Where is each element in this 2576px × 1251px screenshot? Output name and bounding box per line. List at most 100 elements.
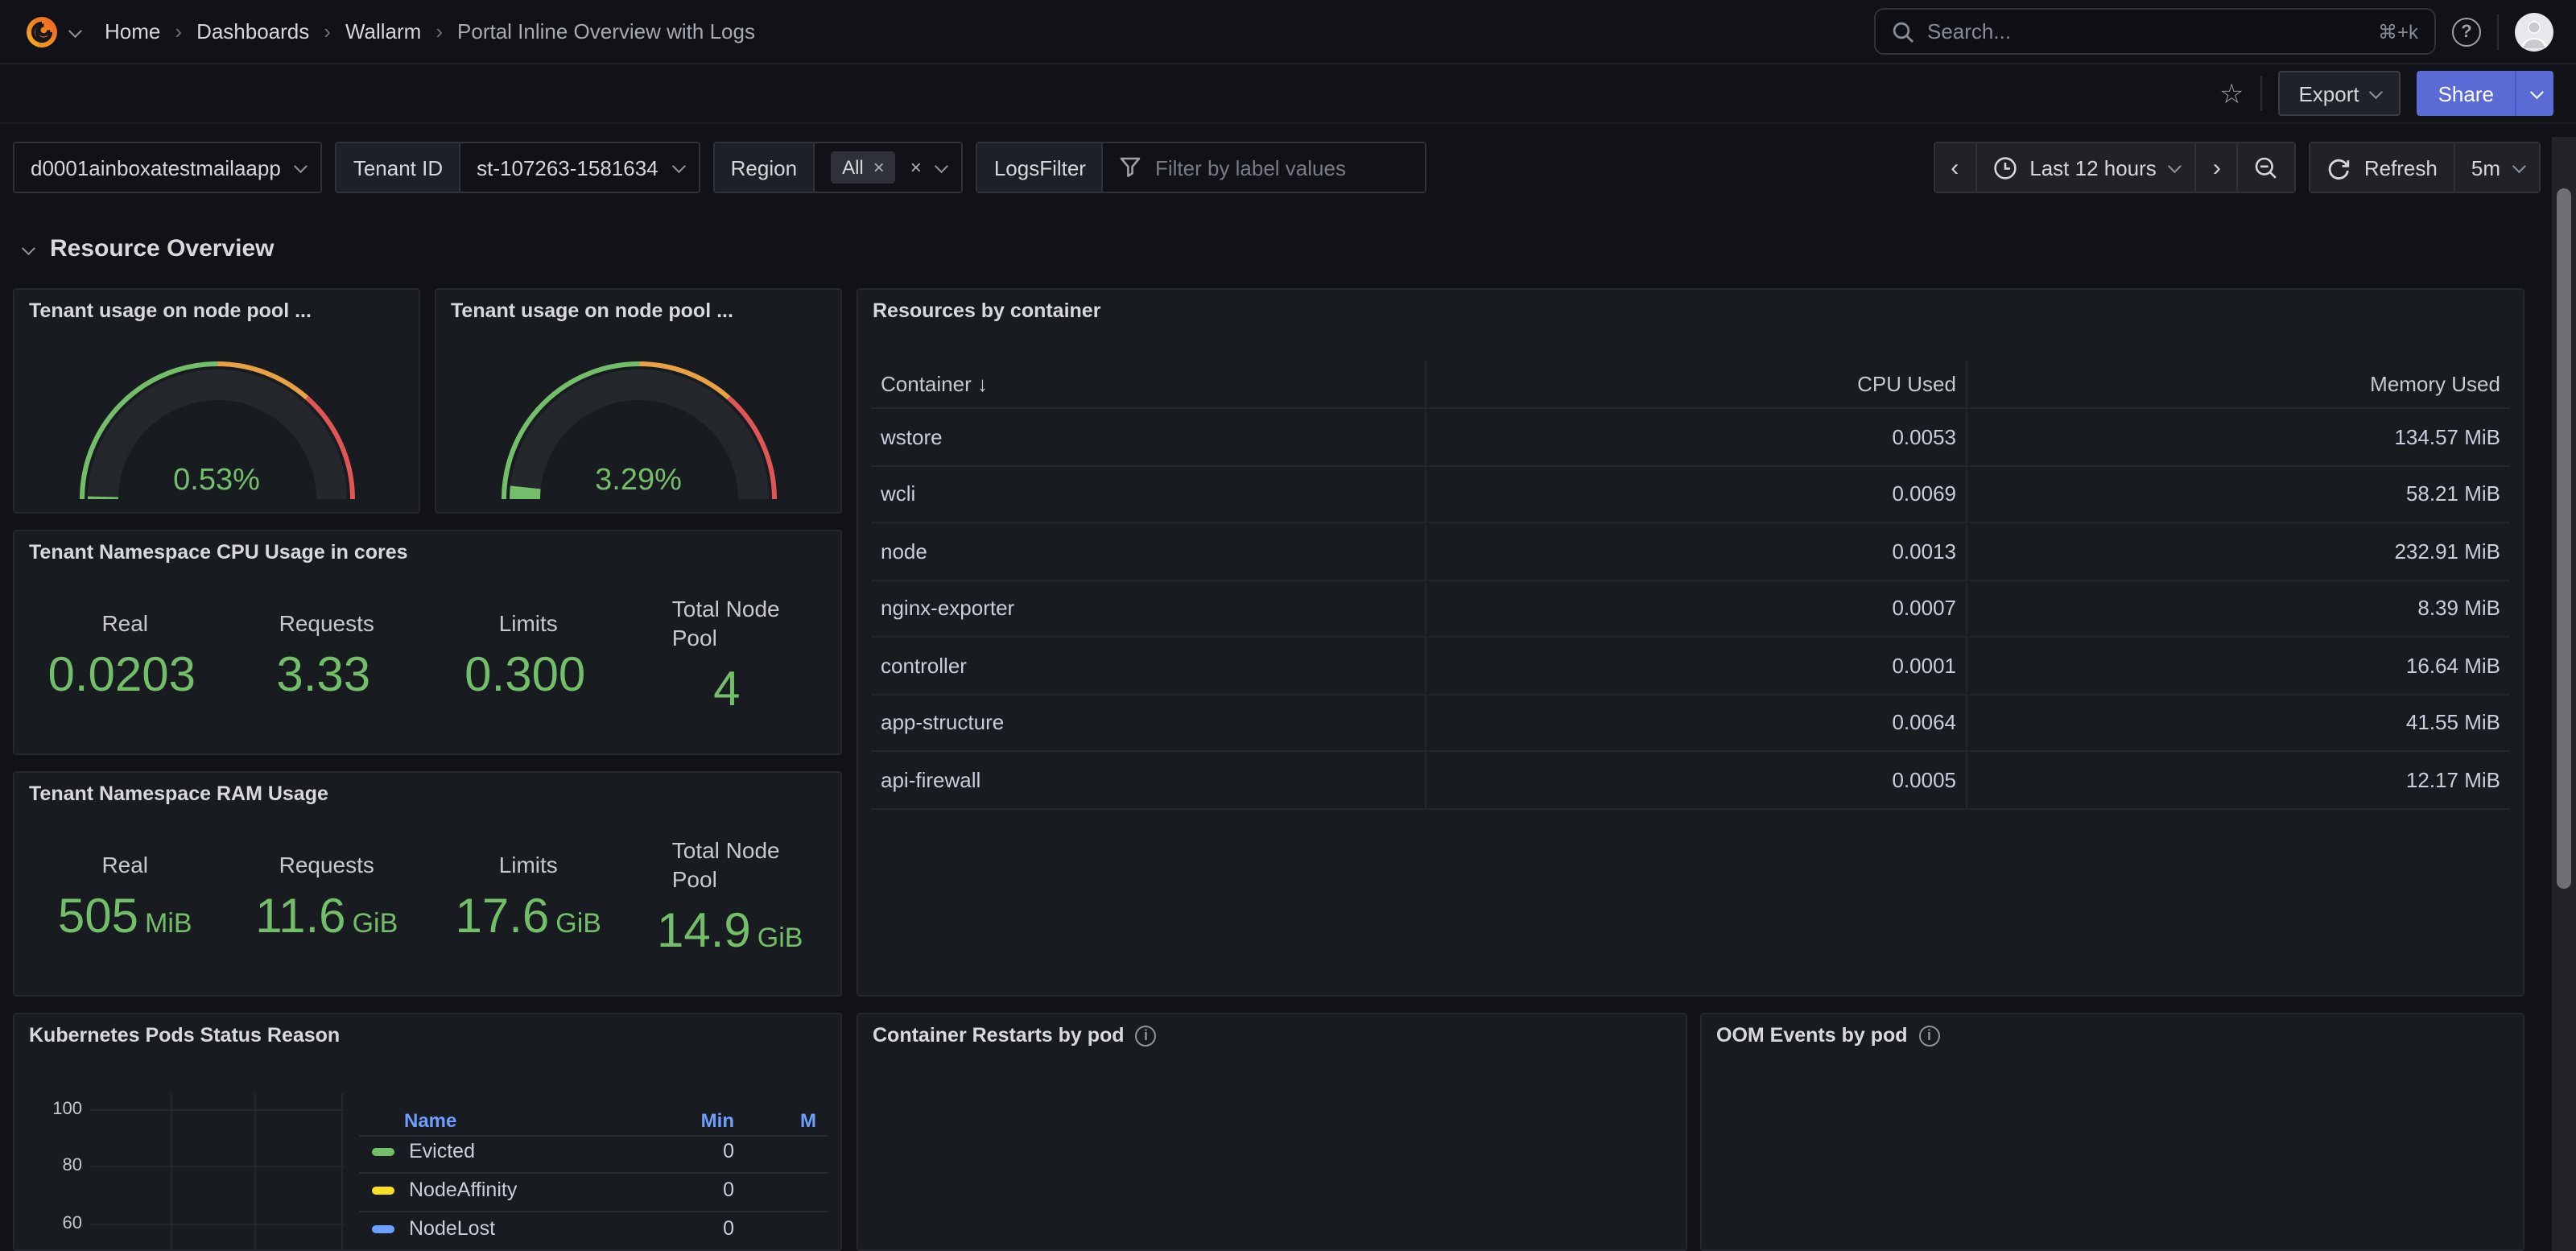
- breadcrumb: Home › Dashboards › Wallarm › Portal Inl…: [105, 19, 755, 43]
- panel-title[interactable]: Tenant Namespace CPU Usage in cores: [29, 541, 408, 564]
- chevron-down-icon: [935, 159, 949, 173]
- cell-cpu: 0.0001: [1425, 654, 1966, 678]
- table-header-memory-used[interactable]: Memory Used: [1966, 372, 2510, 396]
- table-row: wcli 0.0069 58.21 MiB: [871, 466, 2510, 523]
- refresh-icon: [2327, 155, 2351, 180]
- gridline: [171, 1093, 172, 1251]
- sort-desc-icon: ↓: [977, 372, 988, 396]
- chip-remove-icon[interactable]: ×: [873, 158, 885, 177]
- panel-title[interactable]: Tenant Namespace RAM Usage: [29, 782, 328, 805]
- cell-cpu: 0.0005: [1425, 768, 1966, 792]
- org-menu[interactable]: [23, 12, 79, 51]
- share-button[interactable]: Share: [2417, 71, 2515, 116]
- legend-item-nodelost[interactable]: NodeLost: [372, 1217, 495, 1240]
- region-chip-label: All: [842, 156, 864, 179]
- share-button-group: Share: [2417, 71, 2553, 116]
- cell-memory: 8.39 MiB: [1966, 597, 2510, 621]
- cell-memory: 58.21 MiB: [1966, 482, 2510, 506]
- tenant-variable-dropdown[interactable]: st-107263-1581634: [460, 143, 699, 192]
- stat-limits: Limits 17.6GiB: [427, 811, 630, 982]
- logsfilter-input[interactable]: Filter by label values: [1104, 143, 1426, 192]
- table-row: node 0.0013 232.91 MiB: [871, 523, 2510, 580]
- app-variable-dropdown[interactable]: d0001ainboxatestmailaapp: [13, 142, 323, 193]
- nav-divider: [2497, 14, 2499, 49]
- logsfilter-placeholder: Filter by label values: [1155, 155, 1346, 180]
- panel-title[interactable]: Tenant usage on node pool ...: [29, 299, 312, 322]
- legend-item-evicted[interactable]: Evicted: [372, 1140, 475, 1162]
- clear-all-icon[interactable]: ×: [910, 158, 922, 177]
- panel-title[interactable]: Kubernetes Pods Status Reason: [29, 1024, 340, 1047]
- region-variable-dropdown[interactable]: All × ×: [815, 143, 962, 192]
- cell-memory: 12.17 MiB: [1966, 768, 2510, 792]
- cell-container: nginx-exporter: [871, 597, 1425, 621]
- cell-container: api-firewall: [871, 768, 1425, 792]
- stat-limits: Limits 0.300: [427, 570, 630, 741]
- scrollbar-thumb[interactable]: [2557, 188, 2571, 889]
- collapse-chevron-icon: [22, 241, 35, 254]
- panel-title[interactable]: OOM Events by pod i: [1716, 1024, 1940, 1047]
- panel-ram-usage: Tenant Namespace RAM Usage Real 505MiB R…: [13, 771, 842, 997]
- breadcrumb-current-page: Portal Inline Overview with Logs: [457, 19, 755, 43]
- gauge-value: 3.29%: [493, 464, 783, 499]
- refresh-button[interactable]: Refresh: [2311, 143, 2455, 192]
- panel-title[interactable]: Container Restarts by pod i: [873, 1024, 1157, 1047]
- panel-title[interactable]: Tenant usage on node pool ...: [451, 299, 733, 322]
- legend-header-max[interactable]: M: [800, 1109, 816, 1132]
- cell-memory: 41.55 MiB: [1966, 711, 2510, 735]
- table-header-cpu-used[interactable]: CPU Used: [1425, 372, 1966, 396]
- panel-title[interactable]: Resources by container: [873, 299, 1100, 322]
- legend-item-nodeaffinity[interactable]: NodeAffinity: [372, 1179, 517, 1201]
- gridline: [90, 1224, 345, 1225]
- section-resource-overview[interactable]: Resource Overview: [23, 235, 275, 262]
- info-icon[interactable]: i: [1136, 1025, 1157, 1046]
- region-chip-all[interactable]: All ×: [831, 151, 896, 184]
- table-row: controller 0.0001 16.64 MiB: [871, 638, 2510, 695]
- gauge-chart: 0.53%: [72, 357, 361, 512]
- cell-cpu: 0.0013: [1425, 539, 1966, 564]
- scrollbar-track[interactable]: [2552, 137, 2576, 1251]
- logsfilter-variable: LogsFilter Filter by label values: [976, 142, 1427, 193]
- table-row: app-structure 0.0064 41.55 MiB: [871, 695, 2510, 752]
- panel-k8s-pods-status: Kubernetes Pods Status Reason 100 80 60 …: [13, 1013, 842, 1251]
- series-swatch: [372, 1224, 394, 1232]
- share-menu-button[interactable]: [2515, 71, 2553, 116]
- legend-header-name[interactable]: Name: [404, 1109, 456, 1132]
- tenant-variable: Tenant ID st-107263-1581634: [336, 142, 700, 193]
- info-icon[interactable]: i: [1919, 1025, 1940, 1046]
- y-axis-tick: 100: [27, 1099, 82, 1118]
- favorite-star-icon[interactable]: ☆: [2219, 80, 2244, 107]
- user-avatar[interactable]: [2515, 12, 2553, 51]
- y-axis-tick: 80: [27, 1156, 82, 1175]
- stat-row: Real 0.0203 Requests 3.33 Limits 0.300 T…: [24, 570, 831, 741]
- time-shift-forward-button[interactable]: ›: [2197, 143, 2239, 192]
- help-button[interactable]: ?: [2452, 17, 2481, 46]
- breadcrumb-folder[interactable]: Wallarm: [345, 19, 421, 43]
- zoom-out-icon: [2255, 155, 2279, 180]
- legend-min-value: 0: [676, 1217, 734, 1240]
- export-button[interactable]: Export: [2277, 71, 2401, 116]
- refresh-interval-dropdown[interactable]: 5m: [2455, 143, 2539, 192]
- series-swatch: [372, 1147, 394, 1155]
- gauge-value: 0.53%: [72, 464, 361, 499]
- time-range-picker[interactable]: Last 12 hours: [1976, 143, 2197, 192]
- breadcrumb-separator: ›: [324, 19, 331, 43]
- table-header-container[interactable]: Container ↓: [871, 372, 1425, 396]
- refresh-label: Refresh: [2364, 155, 2438, 180]
- breadcrumb-dashboards[interactable]: Dashboards: [196, 19, 309, 43]
- chevron-down-icon: [2512, 159, 2526, 173]
- time-shift-back-button[interactable]: ‹: [1934, 143, 1976, 192]
- gridline: [90, 1109, 345, 1110]
- gridline: [341, 1093, 343, 1251]
- breadcrumb-home[interactable]: Home: [105, 19, 160, 43]
- search-shortcut: ⌘+k: [2378, 20, 2418, 43]
- grafana-dashboard: Home › Dashboards › Wallarm › Portal Inl…: [0, 0, 2576, 1251]
- zoom-out-button[interactable]: [2239, 143, 2295, 192]
- legend-min-value: 0: [676, 1140, 734, 1162]
- tenant-variable-value: st-107263-1581634: [477, 155, 658, 180]
- chevron-down-icon: [672, 159, 686, 173]
- cell-container: node: [871, 539, 1425, 564]
- legend-header-min[interactable]: Min: [676, 1109, 734, 1132]
- app-variable-value: d0001ainboxatestmailaapp: [31, 155, 281, 180]
- cell-cpu: 0.0007: [1425, 597, 1966, 621]
- search-input[interactable]: Search... ⌘+k: [1874, 8, 2436, 55]
